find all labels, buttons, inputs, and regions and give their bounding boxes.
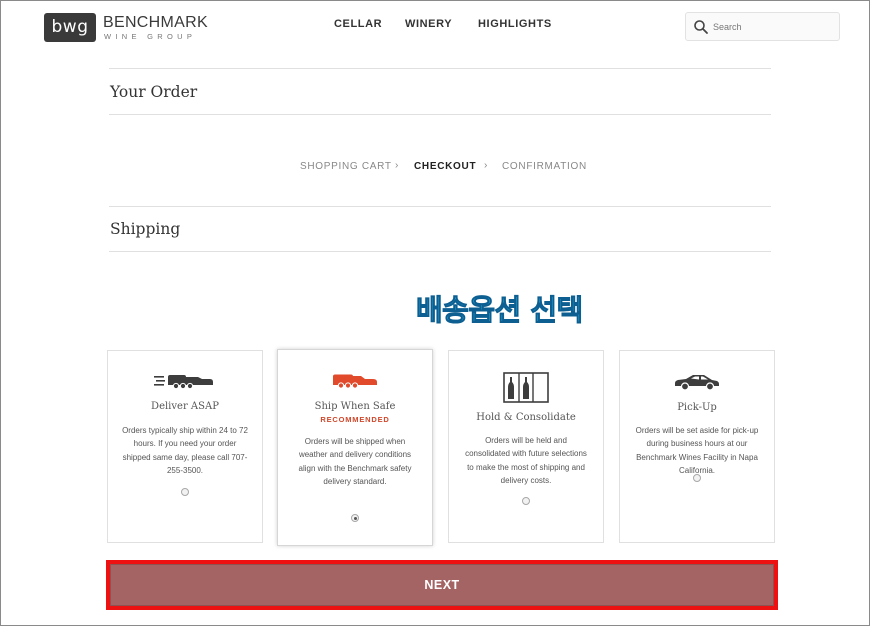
your-order-title: Your Order [110,83,198,101]
option-title: Ship When Safe [314,401,396,412]
divider [109,251,771,252]
next-button[interactable]: NEXT [110,564,774,606]
step-shopping-cart[interactable]: SHOPPING CART [300,161,392,172]
step-separator: › [484,160,488,171]
logo-name[interactable]: BENCHMARK [103,14,208,32]
nav-highlights[interactable]: HIGHLIGHTS [478,18,552,30]
truck-icon [333,374,377,389]
search-input[interactable] [713,18,833,36]
car-icon [675,375,719,391]
search-icon[interactable] [693,19,709,35]
search-box[interactable] [685,12,840,41]
nav-winery[interactable]: WINERY [405,18,452,30]
fast-truck-icon [154,375,213,389]
hold-consolidate-radio[interactable] [522,497,530,505]
step-checkout: CHECKOUT [414,161,477,172]
option-description: Orders will be shipped when weather and … [298,437,412,487]
wine-rack-icon [503,372,549,403]
deliver-asap-radio[interactable] [181,488,189,496]
annotation-select-shipping-option: 배송옵션 선택 [416,293,584,328]
pick-up-radio[interactable] [693,474,701,482]
divider [109,114,771,115]
option-title: Deliver ASAP [151,401,219,412]
option-description: Orders typically ship within 24 to 72 ho… [122,426,248,476]
shipping-title: Shipping [110,220,181,238]
ship-when-safe-radio[interactable] [351,514,359,522]
divider [109,68,771,69]
nav-cellar[interactable]: CELLAR [334,18,382,30]
logo-subtitle: WINE GROUP [104,32,197,41]
option-description: Orders will be set aside for pick-up dur… [635,426,759,476]
shipping-option-hold-consolidate[interactable]: Hold & Consolidate Orders will be held a… [448,350,604,543]
shipping-option-pick-up[interactable]: Pick-Up Orders will be set aside for pic… [619,350,775,543]
option-description: Orders will be held and consolidated wit… [465,436,587,486]
step-separator: › [395,160,399,171]
shipping-option-ship-when-safe[interactable]: Ship When Safe RECOMMENDED Orders will b… [277,349,433,546]
logo-mark[interactable]: bwg [44,13,96,42]
shipping-option-deliver-asap[interactable]: Deliver ASAP Orders typically ship withi… [107,350,263,543]
step-confirmation: CONFIRMATION [502,161,587,172]
option-title: Pick-Up [677,402,717,413]
recommended-badge: RECOMMENDED [320,415,390,424]
option-title: Hold & Consolidate [476,412,576,423]
divider [109,206,771,207]
